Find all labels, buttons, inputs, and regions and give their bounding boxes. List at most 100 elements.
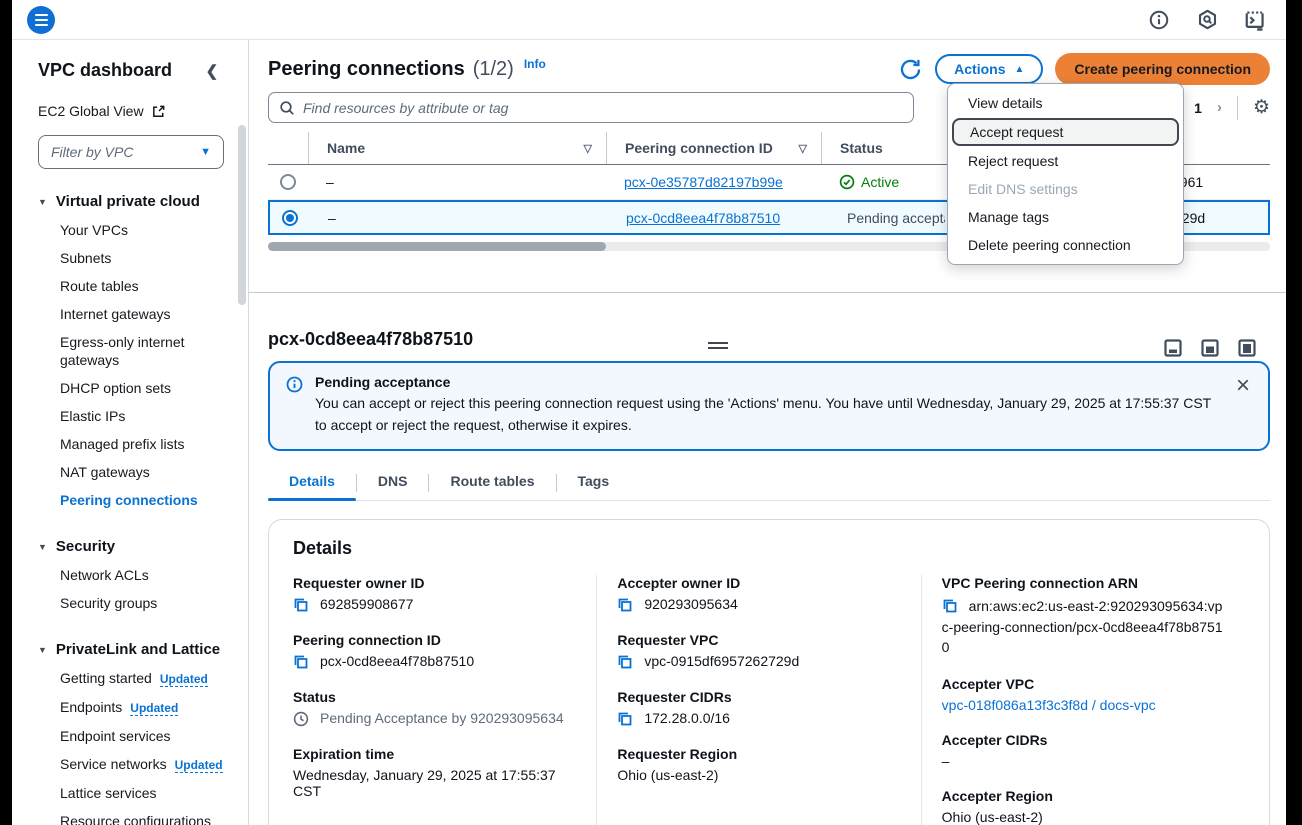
sidebar-item-internet-gateways[interactable]: Internet gateways bbox=[38, 300, 226, 328]
hamburger-menu-icon[interactable] bbox=[27, 6, 55, 34]
panel-position-bottom-half-icon[interactable] bbox=[1201, 339, 1219, 362]
sidebar-item-your-vpcs[interactable]: Your VPCs bbox=[38, 216, 226, 244]
row-radio-selected[interactable] bbox=[282, 210, 298, 226]
sidebar-item-elastic-ips[interactable]: Elastic IPs bbox=[38, 402, 226, 430]
copy-icon[interactable] bbox=[617, 711, 633, 727]
close-icon[interactable]: × bbox=[1236, 374, 1250, 398]
sidebar-item-route-tables[interactable]: Route tables bbox=[38, 272, 226, 300]
menu-item-view-details[interactable]: View details bbox=[948, 89, 1183, 117]
peering-connection-id-link[interactable]: pcx-0e35787d82197b99e bbox=[624, 174, 783, 190]
sidebar-item-endpoints[interactable]: EndpointsUpdated bbox=[38, 693, 226, 722]
actions-button[interactable]: Actions ▲ bbox=[935, 54, 1043, 84]
top-navigation-bar bbox=[12, 0, 1286, 40]
field-label: Accepter CIDRs bbox=[942, 732, 1227, 748]
result-count: (1/2) bbox=[473, 58, 514, 81]
triangle-down-icon: ▼ bbox=[38, 197, 47, 207]
amazon-q-icon[interactable] bbox=[1196, 9, 1218, 31]
search-input[interactable] bbox=[303, 100, 903, 116]
details-split-panel: pcx-0cd8eea4f78b87510 Pending acceptance… bbox=[249, 329, 1286, 825]
external-link-icon bbox=[151, 104, 166, 119]
info-link[interactable]: Info bbox=[524, 57, 546, 71]
column-header-status[interactable]: Status bbox=[822, 140, 883, 156]
sidebar-item-egress-only-internet-gateways[interactable]: Egress-only internet gateways bbox=[38, 328, 226, 374]
sidebar-section-virtual-private-cloud[interactable]: ▼ Virtual private cloud bbox=[38, 193, 226, 210]
status-pending: Pending acceptance bbox=[841, 210, 945, 226]
menu-item-accept-request[interactable]: Accept request bbox=[952, 118, 1179, 146]
menu-item-manage-tags[interactable]: Manage tags bbox=[948, 203, 1183, 231]
sidebar-item-subnets[interactable]: Subnets bbox=[38, 244, 226, 272]
page-number[interactable]: 1 bbox=[1194, 100, 1202, 116]
column-header-name[interactable]: Name bbox=[309, 140, 365, 156]
sidebar-item-resource-configurations[interactable]: Resource configurationsNew bbox=[38, 807, 226, 825]
sidebar-collapse-icon[interactable]: ❮ bbox=[206, 62, 219, 80]
status-active: Active bbox=[839, 174, 899, 190]
details-column-1: Requester owner ID 692859908677 Peering … bbox=[293, 575, 596, 825]
updated-badge: Updated bbox=[130, 701, 178, 716]
field-label: Accepter owner ID bbox=[617, 575, 902, 591]
sidebar-item-peering-connections[interactable]: Peering connections bbox=[38, 486, 226, 514]
tab-tags[interactable]: Tags bbox=[557, 465, 631, 500]
sidebar-item-getting-started[interactable]: Getting startedUpdated bbox=[38, 664, 226, 693]
tab-dns[interactable]: DNS bbox=[357, 465, 429, 500]
sidebar-item-service-networks[interactable]: Service networksUpdated bbox=[38, 750, 226, 779]
field-value: 920293095634 bbox=[644, 596, 737, 612]
filter-by-vpc-select[interactable]: Filter by VPC ▼ bbox=[38, 135, 224, 169]
field-value: 692859908677 bbox=[320, 596, 413, 612]
panel-position-full-icon[interactable] bbox=[1238, 339, 1256, 362]
sidebar-item-nat-gateways[interactable]: NAT gateways bbox=[38, 458, 226, 486]
menu-item-delete-peering-connection[interactable]: Delete peering connection bbox=[948, 231, 1183, 259]
sidebar-section-privatelink-and-lattice[interactable]: ▼ PrivateLink and Lattice bbox=[38, 641, 226, 658]
details-card-heading: Details bbox=[293, 538, 1245, 559]
sidebar-item-endpoint-services[interactable]: Endpoint services bbox=[38, 722, 226, 750]
sidebar-section-security[interactable]: ▼ Security bbox=[38, 538, 226, 555]
field-label: Requester Region bbox=[617, 746, 902, 762]
field-value: Ohio (us-east-2) bbox=[617, 767, 718, 783]
copy-icon[interactable] bbox=[617, 654, 633, 670]
sidebar-scrollbar[interactable] bbox=[236, 40, 248, 825]
row-radio-unselected[interactable] bbox=[280, 174, 296, 190]
column-header-peering-connection-id[interactable]: Peering connection ID bbox=[607, 140, 773, 156]
split-panel-drag-handle[interactable] bbox=[708, 342, 728, 349]
sidebar: VPC dashboard ❮ EC2 Global View Filter b… bbox=[12, 40, 236, 825]
sidebar-item-managed-prefix-lists[interactable]: Managed prefix lists bbox=[38, 430, 226, 458]
sort-icon[interactable]: ▽ bbox=[584, 142, 592, 155]
tab-route-tables[interactable]: Route tables bbox=[429, 465, 555, 500]
menu-item-edit-dns-settings: Edit DNS settings bbox=[948, 175, 1183, 203]
field-label: Status bbox=[293, 689, 578, 705]
create-peering-connection-button[interactable]: Create peering connection bbox=[1055, 53, 1270, 85]
sidebar-item-network-acls[interactable]: Network ACLs bbox=[38, 561, 226, 589]
copy-icon[interactable] bbox=[293, 597, 309, 613]
menu-item-reject-request[interactable]: Reject request bbox=[948, 147, 1183, 175]
updated-badge: Updated bbox=[160, 672, 208, 687]
copy-icon[interactable] bbox=[942, 598, 958, 614]
refresh-icon[interactable] bbox=[897, 56, 923, 82]
panel-position-bottom-small-icon[interactable] bbox=[1164, 339, 1182, 362]
accepter-vpc-link[interactable]: vpc-018f086a13f3c3f8d / docs-vpc bbox=[942, 697, 1156, 713]
field-label: Expiration time bbox=[293, 746, 578, 762]
alert-text: to accept or reject the request, otherwi… bbox=[315, 415, 1218, 437]
info-icon[interactable] bbox=[1148, 9, 1170, 31]
sidebar-item-dhcp-option-sets[interactable]: DHCP option sets bbox=[38, 374, 226, 402]
copy-icon[interactable] bbox=[293, 654, 309, 670]
field-value: pcx-0cd8eea4f78b87510 bbox=[320, 653, 474, 669]
sort-icon[interactable]: ▽ bbox=[799, 142, 807, 155]
field-label: Requester VPC bbox=[617, 632, 902, 648]
chevron-down-icon: ▼ bbox=[200, 146, 211, 158]
copy-icon[interactable] bbox=[617, 597, 633, 613]
settings-gear-icon[interactable]: ⚙ bbox=[1253, 98, 1270, 117]
pagination-divider bbox=[1237, 96, 1238, 120]
alert-text: You can accept or reject this peering co… bbox=[315, 393, 1218, 415]
tab-details[interactable]: Details bbox=[268, 465, 356, 500]
scrollbar-thumb[interactable] bbox=[268, 242, 606, 251]
next-page-icon[interactable]: › bbox=[1217, 99, 1222, 116]
sidebar-item-security-groups[interactable]: Security groups bbox=[38, 589, 226, 617]
peering-connection-id-link[interactable]: pcx-0cd8eea4f78b87510 bbox=[626, 210, 780, 226]
details-column-2: Accepter owner ID 920293095634 Requester… bbox=[596, 575, 920, 825]
actions-dropdown-menu: View details Accept request Reject reque… bbox=[947, 83, 1184, 265]
cloudshell-icon[interactable] bbox=[1244, 9, 1266, 31]
search-box[interactable] bbox=[268, 92, 914, 123]
sidebar-item-lattice-services[interactable]: Lattice services bbox=[38, 779, 226, 807]
clock-icon bbox=[293, 711, 309, 727]
ec2-global-view-link[interactable]: EC2 Global View bbox=[38, 103, 226, 119]
cell-name: – bbox=[308, 174, 606, 190]
